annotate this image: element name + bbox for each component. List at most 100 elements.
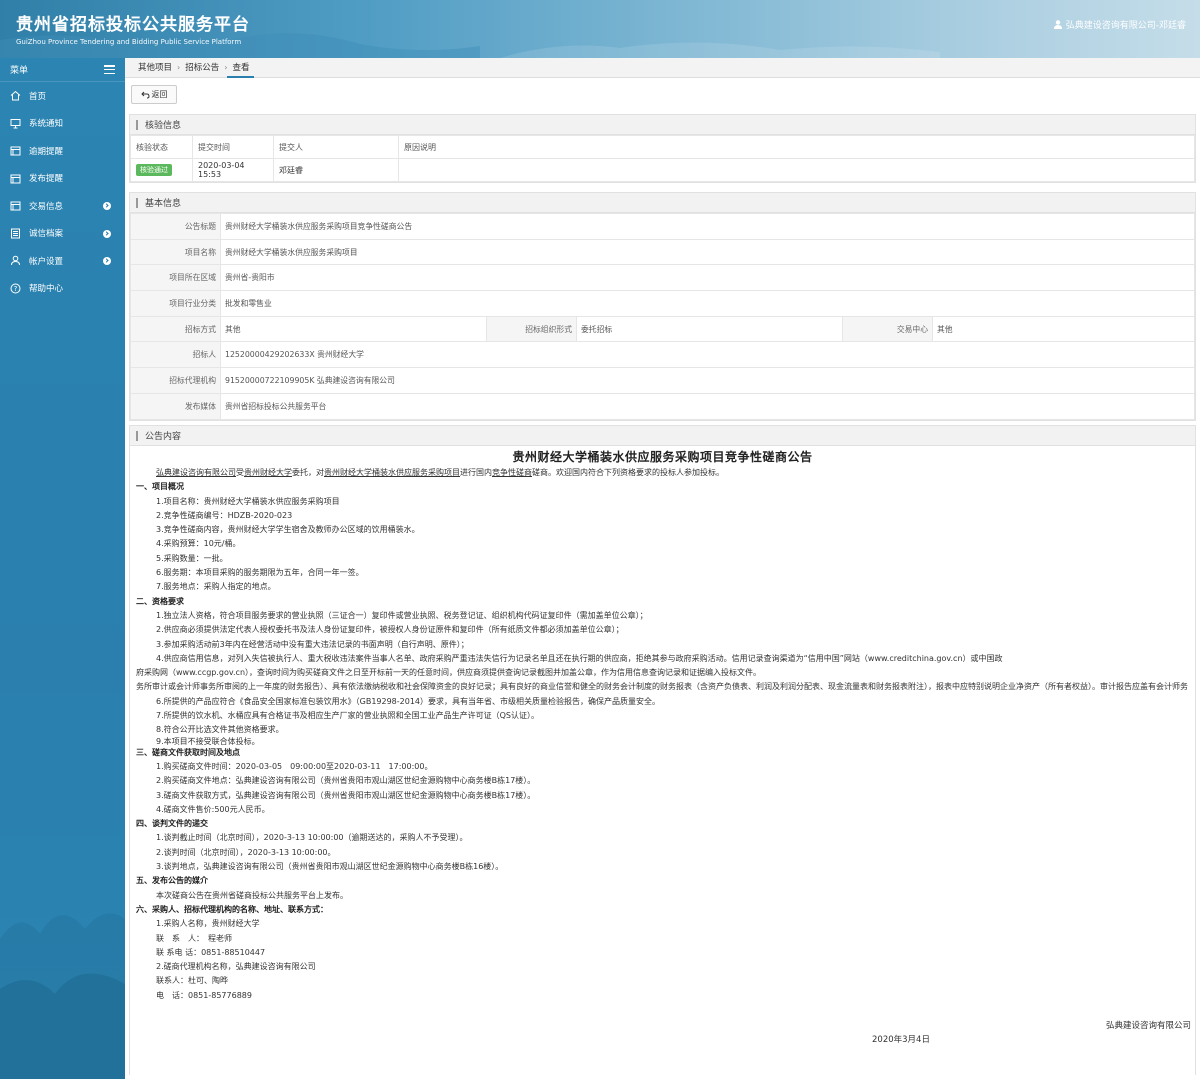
section-heading: 五、发布公告的媒介	[136, 876, 208, 886]
help-icon: ?	[10, 283, 21, 294]
notice-line: 2.磋商代理机构名称，弘典建设咨询有限公司	[156, 962, 316, 972]
section-heading: 二、资格要求	[136, 596, 184, 606]
notice-panel-header: 公告内容	[130, 426, 1195, 446]
field-label: 项目所在区域	[130, 264, 221, 292]
sidebar-item-publish-reminder[interactable]: 发布提醒	[0, 165, 125, 193]
table-row: 核验通过 2020-03-04 15:53 邓廷睿	[130, 158, 1195, 182]
sidebar-item-home[interactable]: 首页	[0, 82, 125, 110]
sidebar-item-credit-archive[interactable]: 诚信档案	[0, 220, 125, 248]
sidebar-item-overdue-reminder[interactable]: 逾期提醒	[0, 137, 125, 165]
breadcrumb-view[interactable]: 查看	[227, 58, 255, 78]
sidebar-item-system-notice[interactable]: 系统通知	[0, 110, 125, 138]
back-arrow-icon	[140, 91, 150, 98]
sidebar-item-label: 发布提醒	[29, 174, 64, 185]
user-menu[interactable]: 弘典建设咨询有限公司-邓廷睿	[1053, 18, 1186, 31]
section-heading: 一、项目概况	[136, 482, 184, 492]
field-label: 招标代理机构	[130, 367, 221, 394]
notice-line: 1.独立法人资格，符合项目服务要求的营业执照（三证合一）复印件或营业执照、税务登…	[156, 610, 648, 620]
center-value: 其他	[932, 315, 1195, 343]
back-button[interactable]: 返回	[131, 85, 177, 104]
notice-line: 务所审计或会计师事务所审阅的上一年度的财务报告）、具有依法缴纳税收和社会保障资金…	[136, 682, 1188, 692]
notice-line: 2.谈判时间（北京时间），2020-3-13 10:00:00。	[156, 847, 336, 857]
method-value: 其他	[220, 315, 487, 343]
platform-brand[interactable]: 贵州省招标投标公共服务平台 GuiZhou Province Tendering…	[16, 10, 250, 46]
monitor-icon	[10, 118, 21, 129]
media-value: 贵州省招标投标公共服务平台	[220, 392, 1195, 420]
review-panel: 核验信息 核验状态 提交时间 提交人 原因说明 核验通过 2020-03-04 …	[129, 114, 1196, 183]
sidebar-item-label: 逾期提醒	[29, 146, 64, 157]
breadcrumb-tender-notice[interactable]: 招标公告	[180, 58, 224, 78]
back-button-label: 返回	[151, 90, 168, 99]
review-table: 核验状态 提交时间 提交人 原因说明 核验通过 2020-03-04 15:53…	[130, 135, 1195, 182]
field-label: 公告标题	[130, 213, 221, 240]
sidebar-item-label: 帐户设置	[29, 256, 64, 267]
info-row: 项目行业分类 批发和零售业	[130, 290, 1195, 317]
notice-heading: 贵州财经大学桶装水供应服务采购项目竞争性磋商公告	[512, 450, 813, 464]
info-row: 招标代理机构 91520000722109905K 弘典建设咨询有限公司	[130, 367, 1195, 394]
home-icon	[10, 91, 21, 101]
basic-info-panel-header: 基本信息	[130, 193, 1195, 213]
notice-line: 府采购网（www.ccgp.gov.cn），查询时间为购买磋商文件之日至开标前一…	[136, 668, 762, 678]
field-label: 项目行业分类	[130, 290, 221, 317]
notice-line: 4.磋商文件售价:500元人民币。	[156, 804, 270, 814]
notice-line: 1.项目名称：贵州财经大学桶装水供应服务采购项目	[156, 496, 340, 506]
project-name-value: 贵州财经大学桶装水供应服务采购项目	[220, 238, 1195, 266]
signature-date: 2020年3月4日	[872, 1035, 930, 1045]
header-accent-bar	[136, 197, 138, 208]
sidebar-mountain-art	[0, 913, 125, 1079]
notice-line: 2.供应商必须提供法定代表人授权委托书及法人身份证复印件，被授权人身份证原件和复…	[156, 625, 624, 635]
industry-value: 批发和零售业	[220, 290, 1195, 317]
notice-panel-title: 公告内容	[145, 432, 182, 442]
notice-line: 1.购买磋商文件时间：2020-03-05 09:00:00至2020-03-1…	[156, 761, 433, 771]
region-value: 贵州省-贵阳市	[220, 264, 1195, 292]
submitter-cell: 邓廷睿	[273, 158, 399, 182]
notice-title-value: 贵州财经大学桶装水供应服务采购项目竞争性磋商公告	[220, 213, 1195, 240]
user-name: 弘典建设咨询有限公司-邓廷睿	[1065, 21, 1186, 31]
breadcrumb: 其他项目 › 招标公告 › 查看	[125, 58, 1200, 78]
sidebar-item-help-center[interactable]: ? 帮助中心	[0, 275, 125, 303]
basic-info-panel-title: 基本信息	[145, 199, 182, 209]
notice-line: 联 系 人： 程老师	[156, 933, 232, 943]
sidebar-item-account-settings[interactable]: 帐户设置	[0, 247, 125, 275]
user-icon	[1053, 20, 1062, 29]
header-accent-bar	[136, 430, 138, 441]
notice-line: 2.竞争性磋商编号：HDZB-2020-023	[156, 510, 293, 520]
notice-line: 9.本项目不接受联合体投标。	[156, 736, 260, 746]
table-header-row: 核验状态 提交时间 提交人 原因说明	[130, 135, 1195, 159]
chevron-right-icon	[103, 202, 111, 210]
sidebar-item-trade-info[interactable]: 交易信息	[0, 192, 125, 220]
status-cell: 核验通过	[130, 158, 193, 182]
menu-toggle-icon[interactable]	[104, 65, 115, 74]
sidebar-item-label: 帮助中心	[29, 284, 64, 295]
sidebar-item-label: 交易信息	[29, 201, 64, 212]
org-form-value: 委托招标	[576, 315, 843, 343]
notice-line: 4.供应商信用信息，对列入失信被执行人、重大税收违法案件当事人名单、政府采购严重…	[156, 653, 1003, 663]
notice-line: 8.符合公开比选文件其他资格要求。	[156, 725, 284, 735]
review-panel-title: 核验信息	[145, 121, 182, 131]
sidebar-header: 菜单	[0, 58, 125, 82]
user-icon	[11, 255, 20, 266]
info-row: 招标人 125200004292026​33X 贵州财经大学	[130, 341, 1195, 369]
info-row: 公告标题 贵州财经大学桶装水供应服务采购项目竞争性磋商公告	[130, 213, 1195, 240]
notice-line: 电 话：0851-85776889	[156, 990, 252, 1000]
reason-cell	[398, 158, 1195, 182]
sidebar-item-label: 系统通知	[29, 119, 64, 130]
column-header: 提交人	[273, 135, 399, 159]
breadcrumb-other-projects[interactable]: 其他项目	[133, 58, 177, 78]
basic-info-panel: 基本信息 公告标题 贵州财经大学桶装水供应服务采购项目竞争性磋商公告 项目名称 …	[129, 192, 1196, 421]
info-row: 发布媒体 贵州省招标投标公共服务平台	[130, 392, 1195, 420]
chevron-right-icon	[103, 257, 111, 265]
notice-line: 7.所提供的饮水机、水桶应具有合格证书及相应生产厂家的营业执照和全国工业产品生产…	[156, 711, 540, 721]
signature-company: 弘典建设咨询有限公司	[1105, 1021, 1191, 1031]
column-header: 提交时间	[192, 135, 274, 159]
column-header: 核验状态	[130, 135, 193, 159]
calendar-icon	[10, 174, 21, 184]
notice-line: 3.磋商文件获取方式，弘典建设咨询有限公司（贵州省贵阳市观山湖区世纪金源购物中心…	[156, 790, 536, 800]
review-panel-header: 核验信息	[130, 115, 1195, 135]
field-label: 招标方式	[130, 315, 221, 343]
menu-label: 菜单	[10, 66, 29, 76]
notice-line: 3.竞争性磋商内容，贵州财经大学学生宿舍及教师办公区域的饮用桶装水。	[156, 525, 420, 535]
notice-line: 联系人：杜可、陶晔	[156, 976, 228, 986]
section-heading: 六、采购人、招标代理机构的名称、地址、联系方式：	[136, 904, 328, 914]
basic-info-table: 公告标题 贵州财经大学桶装水供应服务采购项目竞争性磋商公告 项目名称 贵州财经大…	[130, 213, 1195, 420]
